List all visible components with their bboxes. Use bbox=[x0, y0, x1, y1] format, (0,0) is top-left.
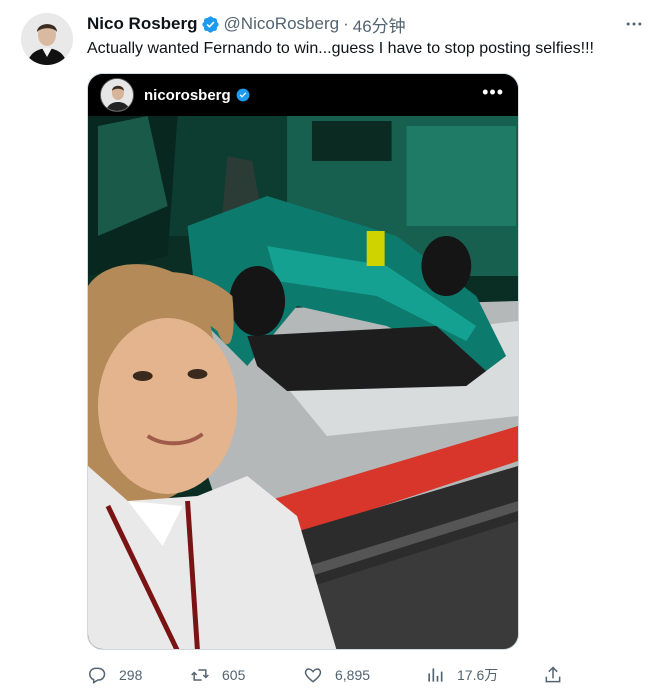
like-count: 6,895 bbox=[335, 667, 371, 683]
more-icon[interactable] bbox=[622, 12, 646, 36]
tweet-media[interactable]: nicorosberg ••• bbox=[87, 73, 519, 650]
user-handle[interactable]: @NicoRosberg bbox=[224, 14, 340, 34]
like-icon bbox=[304, 668, 322, 683]
views-button[interactable]: 17.6万 bbox=[425, 660, 498, 690]
instagram-verified-icon bbox=[236, 88, 250, 102]
tweet-text: Actually wanted Fernando to win...guess … bbox=[87, 40, 594, 57]
share-button[interactable] bbox=[543, 660, 575, 690]
display-name[interactable]: Nico Rosberg bbox=[87, 14, 198, 34]
retweet-button[interactable]: 605 bbox=[190, 660, 245, 690]
instagram-avatar bbox=[100, 78, 134, 112]
tweet-header: Nico Rosberg @NicoRosberg · 46分钟 bbox=[87, 12, 406, 36]
tweet: Nico Rosberg @NicoRosberg · 46分钟 Actuall… bbox=[0, 0, 662, 699]
reply-count: 298 bbox=[119, 667, 143, 683]
views-count: 17.6万 bbox=[457, 667, 499, 683]
views-icon bbox=[428, 668, 443, 682]
instagram-header: nicorosberg ••• bbox=[88, 74, 518, 116]
reply-icon bbox=[89, 667, 106, 684]
timestamp[interactable]: 46分钟 bbox=[353, 12, 406, 37]
share-icon bbox=[545, 666, 561, 683]
instagram-more-icon: ••• bbox=[482, 82, 504, 102]
action-bar: 298 605 6,895 17.6万 bbox=[87, 660, 577, 690]
retweet-icon bbox=[191, 669, 209, 681]
reply-button[interactable]: 298 bbox=[87, 660, 142, 690]
instagram-username: nicorosberg bbox=[144, 86, 231, 104]
like-button[interactable]: 6,895 bbox=[303, 660, 370, 690]
retweet-count: 605 bbox=[222, 667, 246, 683]
selfie-photo bbox=[88, 116, 518, 649]
verified-badge-icon[interactable] bbox=[201, 15, 220, 34]
separator-dot: · bbox=[343, 14, 349, 33]
avatar[interactable] bbox=[21, 13, 73, 65]
